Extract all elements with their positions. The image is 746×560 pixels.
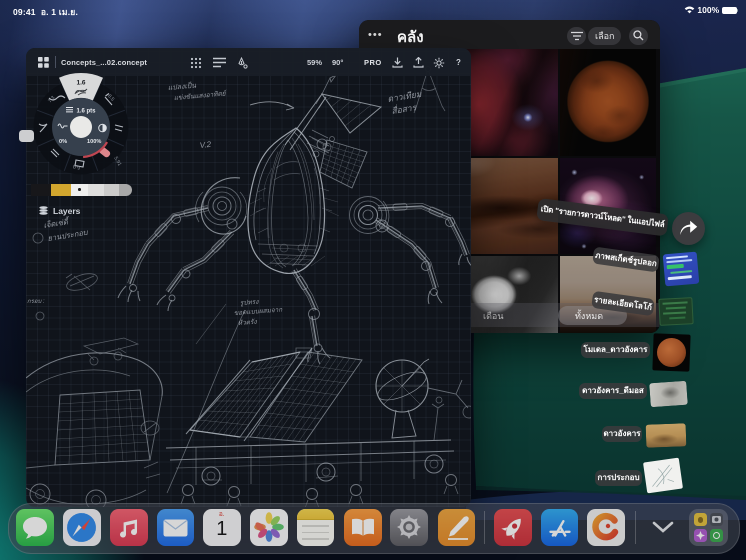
svg-text:หัวตรัง: หัวตรัง [238, 318, 258, 327]
svg-text:ยานประกอบ: ยานประกอบ [47, 228, 89, 243]
svg-text:กรอบ :: กรอบ : [27, 299, 45, 305]
svg-text:6 g: 6 g [73, 164, 80, 170]
svg-text:1.6 pts: 1.6 pts [77, 109, 97, 115]
svg-text:ขอดแบบผสมจาก: ขอดแบบผสมจาก [234, 307, 284, 317]
svg-text:100%: 100% [87, 139, 101, 145]
svg-text:เจ็ดเซ่ตี้: เจ็ดเซ่ตี้ [43, 216, 72, 230]
svg-text:ดาวเทียม: ดาวเทียม [387, 89, 423, 104]
svg-text:สื่อสาร: สื่อสาร [391, 101, 419, 116]
svg-text:1.6: 1.6 [76, 80, 85, 87]
svg-text:5.91: 5.91 [112, 156, 122, 168]
svg-text:รูปทรง: รูปทรง [240, 299, 260, 307]
svg-text:0%: 0% [59, 139, 67, 145]
svg-text:V.2: V.2 [199, 140, 212, 150]
